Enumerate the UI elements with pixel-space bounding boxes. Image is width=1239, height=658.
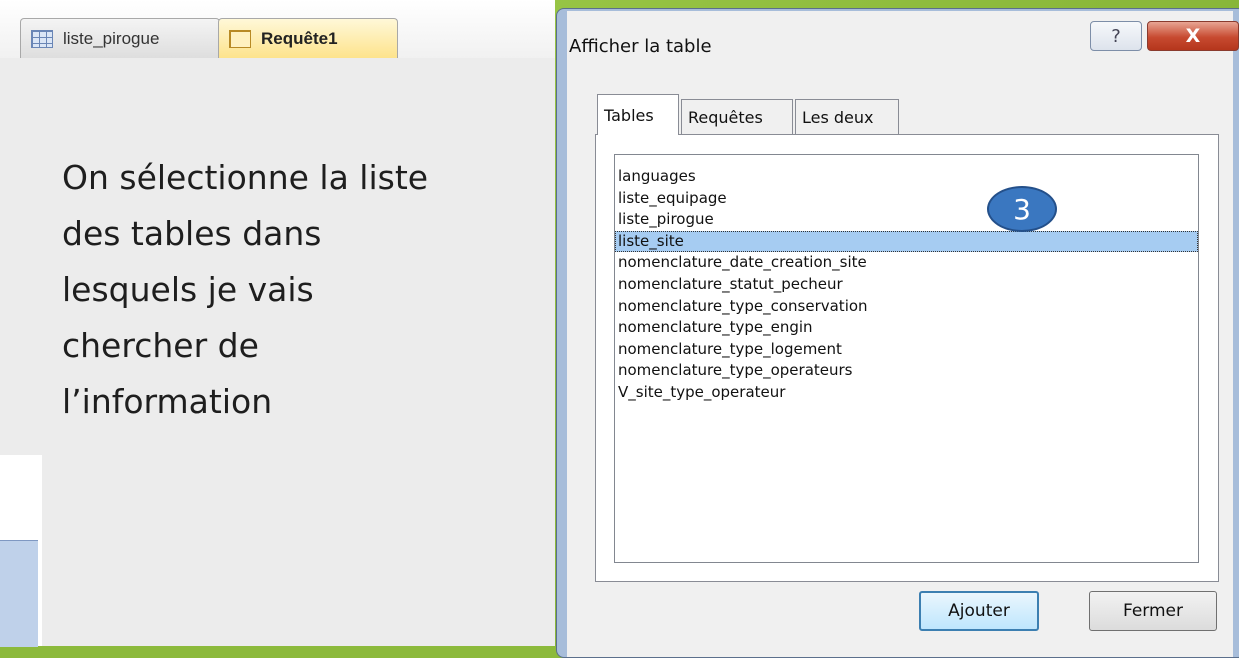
ajouter-button[interactable]: Ajouter: [919, 591, 1039, 631]
tab-requete1[interactable]: Requête1: [218, 18, 398, 58]
dialog-titlebar[interactable]: Afficher la table ? X: [567, 11, 1239, 81]
query-icon: [229, 29, 251, 48]
list-item-liste-pirogue[interactable]: liste_pirogue: [615, 209, 1198, 231]
fermer-button[interactable]: Fermer: [1089, 591, 1217, 631]
decorative-panel-blue: [0, 540, 38, 647]
access-document-window: liste_pirogue Requête1 On sélectionne la…: [0, 0, 555, 647]
caption-line: On sélectionne la liste: [62, 158, 429, 197]
tab-les-deux[interactable]: Les deux: [795, 99, 899, 135]
step-number-badge: 3: [987, 186, 1057, 232]
list-item-nomenclature-type-operateurs[interactable]: nomenclature_type_operateurs: [615, 360, 1198, 382]
list-item-languages[interactable]: languages: [615, 166, 1198, 188]
document-tabstrip: liste_pirogue Requête1: [0, 0, 555, 59]
tab-tables[interactable]: Tables: [597, 94, 679, 135]
caption-line: lesquels je vais: [62, 270, 314, 309]
close-window-button[interactable]: X: [1147, 21, 1239, 51]
list-item-liste-equipage[interactable]: liste_equipage: [615, 188, 1198, 210]
tab-label: liste_pirogue: [63, 28, 160, 48]
tab-liste-pirogue[interactable]: liste_pirogue: [20, 18, 220, 58]
caption-line: des tables dans: [62, 214, 322, 253]
dialog-title: Afficher la table: [569, 36, 712, 57]
afficher-la-table-dialog: Afficher la table ? X Tables Requêtes Le…: [556, 8, 1239, 658]
table-icon: [31, 29, 53, 48]
list-item-liste-site[interactable]: liste_site: [615, 230, 1198, 253]
dialog-client-area: Afficher la table ? X Tables Requêtes Le…: [567, 11, 1239, 657]
list-item-nomenclature-statut-pecheur[interactable]: nomenclature_statut_pecheur: [615, 274, 1198, 296]
table-listbox[interactable]: languages liste_equipage liste_pirogue l…: [614, 154, 1199, 563]
tab-label: Requête1: [261, 28, 338, 48]
tab-panel-tables: languages liste_equipage liste_pirogue l…: [595, 134, 1219, 582]
list-item-v-site-type-operateur[interactable]: V_site_type_operateur: [615, 382, 1198, 404]
caption-line: l’information: [62, 382, 273, 421]
list-item-nomenclature-date-creation-site[interactable]: nomenclature_date_creation_site: [615, 252, 1198, 274]
list-item-nomenclature-type-logement[interactable]: nomenclature_type_logement: [615, 339, 1198, 361]
list-item-nomenclature-type-engin[interactable]: nomenclature_type_engin: [615, 317, 1198, 339]
help-button[interactable]: ?: [1090, 21, 1142, 51]
help-icon: ?: [1111, 25, 1121, 47]
slide-caption: On sélectionne la liste des tables dans …: [62, 150, 512, 430]
close-icon: X: [1185, 25, 1201, 47]
tab-requetes[interactable]: Requêtes: [681, 99, 793, 135]
list-item-nomenclature-type-conservation[interactable]: nomenclature_type_conservation: [615, 296, 1198, 318]
caption-line: chercher de: [62, 326, 259, 365]
